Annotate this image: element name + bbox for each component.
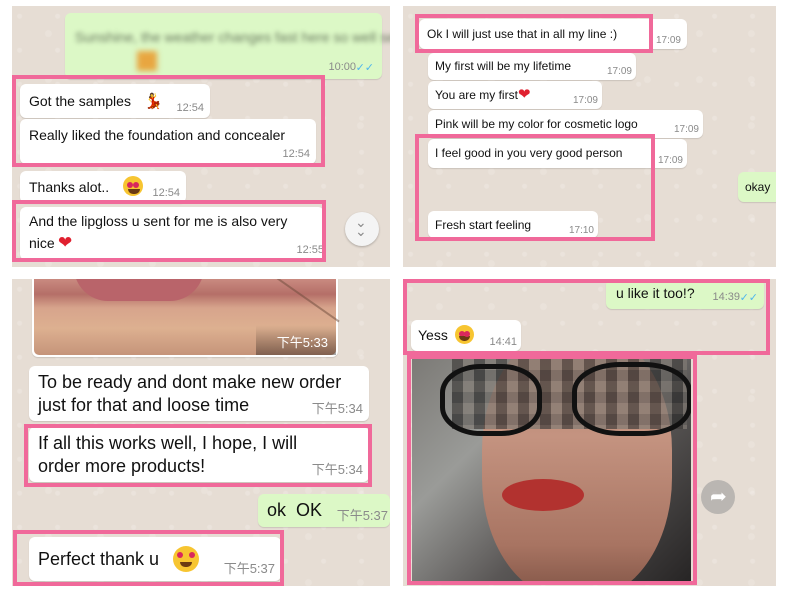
message-time: 下午5:34	[311, 401, 363, 416]
blurred-message[interactable]: Sunshine, the weather changes fast here …	[65, 13, 390, 79]
message-text: Ok I will just use that in all my line :…	[427, 27, 618, 41]
message-bubble[interactable]: Really liked the foundation and conceale…	[20, 119, 316, 164]
shadow-line	[248, 279, 340, 323]
message-bubble[interactable]: You are my first ❤ 17:09	[428, 81, 602, 109]
message-bubble[interactable]: My first will be my lifetime 17:09	[428, 53, 636, 80]
message-time: 17:10	[568, 225, 594, 236]
message-text: Thanks alot..	[29, 179, 110, 195]
dancer-emoji-icon: 💃	[144, 93, 163, 110]
message-text: Fresh start feeling	[435, 218, 532, 232]
scroll-down-button[interactable]: ⌄ ⌄	[345, 212, 379, 246]
message-time: 12:54	[176, 102, 204, 114]
lips-shape	[74, 279, 204, 301]
panel-top-left: Sunshine, the weather changes fast here …	[12, 6, 390, 267]
message-text: Got the samples	[29, 93, 131, 109]
red-heart-emoji-icon: ❤	[58, 233, 73, 252]
message-bubble[interactable]: To be ready and dont make new order just…	[29, 366, 369, 421]
message-text: I feel good in you very good person	[435, 146, 623, 160]
message-text-line1: To be ready and dont make new order	[38, 372, 342, 392]
message-time: 下午5:37	[336, 508, 388, 523]
message-bubble[interactable]: If all this works well, I hope, I will o…	[29, 427, 369, 482]
heart-eyes-emoji-icon	[123, 176, 143, 196]
message-time: 10:00	[328, 61, 356, 73]
message-text: Really liked the foundation and conceale…	[29, 127, 286, 143]
message-time: 14:41	[489, 336, 517, 348]
message-time: 17:09	[657, 155, 683, 166]
message-bubble[interactable]: Perfect thank u 下午5:37	[29, 537, 281, 581]
message-bubble-outgoing[interactable]: okay	[738, 172, 776, 202]
message-time: 12:54	[282, 148, 310, 160]
message-bubble[interactable]: I feel good in you very good person 17:0…	[428, 139, 687, 168]
panel-top-right: Ok I will just use that in all my line :…	[403, 6, 776, 267]
chevron-down-double-icon: ⌄ ⌄	[355, 214, 367, 239]
share-arrow-icon: ➦	[710, 486, 727, 508]
message-bubble[interactable]: Yess 14:41	[411, 320, 521, 351]
heart-eyes-emoji-icon	[173, 546, 199, 572]
message-text-line1: And the lipgloss u sent for me is also v…	[29, 213, 288, 229]
selfie-photo[interactable]	[412, 359, 691, 584]
message-bubble[interactable]: And the lipgloss u sent for me is also v…	[20, 207, 324, 260]
read-ticks-icon: ✓✓	[739, 292, 758, 304]
message-time: 14:39	[712, 291, 740, 303]
message-text: Pink will be my color for cosmetic logo	[435, 117, 638, 131]
glasses-icon	[440, 364, 542, 436]
message-time: 17:09	[673, 124, 699, 135]
read-ticks-icon: ✓✓	[355, 62, 374, 74]
message-text: okay	[745, 180, 771, 194]
panel-bottom-left: 下午5:33 To be ready and dont make new ord…	[12, 279, 390, 586]
message-time: 17:09	[606, 66, 632, 77]
message-text: You are my first	[435, 88, 518, 102]
share-button[interactable]: ➦	[701, 480, 735, 514]
panel-bottom-right: u like it too!? 14:39 ✓✓ Yess 14:41 ➦	[403, 279, 776, 586]
message-bubble[interactable]: Ok I will just use that in all my line :…	[419, 19, 687, 49]
message-text: u like it too!?	[616, 285, 695, 301]
message-text: Perfect thank u	[38, 549, 160, 569]
message-time: 12:55	[296, 244, 324, 256]
message-text-line2: nice	[29, 235, 55, 251]
message-bubble[interactable]: Pink will be my color for cosmetic logo …	[428, 110, 703, 138]
lips-shape	[502, 479, 584, 511]
message-time: 下午5:34	[311, 462, 363, 477]
glasses-icon-right	[572, 362, 691, 436]
message-time: 17:09	[572, 95, 598, 106]
photo-time: 下午5:33	[276, 335, 328, 350]
message-text-line1: If all this works well, I hope, I will	[38, 433, 298, 453]
message-bubble[interactable]: Fresh start feeling 17:10	[428, 211, 598, 238]
photo-message[interactable]: 下午5:33	[32, 279, 340, 357]
tears-of-joy-emoji-icon	[455, 325, 474, 344]
message-text: My first will be my lifetime	[435, 59, 572, 73]
message-bubble-outgoing[interactable]: u like it too!? 14:39 ✓✓	[606, 279, 764, 309]
message-text: ok OK	[267, 500, 323, 520]
message-time: 下午5:37	[223, 561, 275, 576]
message-text-line2: just for that and loose time	[38, 395, 250, 415]
message-bubble[interactable]: Thanks alot.. 12:54	[20, 171, 186, 203]
blurred-emoji	[137, 51, 157, 71]
message-bubble-outgoing[interactable]: ok OK 下午5:37	[258, 494, 390, 527]
red-heart-emoji-icon: ❤	[518, 86, 531, 103]
message-text-line2: order more products!	[38, 456, 206, 476]
message-text: Yess	[418, 327, 448, 343]
message-bubble[interactable]: Got the samples 💃 12:54	[20, 84, 210, 118]
message-time: 12:54	[152, 187, 180, 199]
message-time: 17:09	[655, 35, 681, 46]
blurred-text: Sunshine, the weather changes fast here …	[75, 29, 390, 45]
